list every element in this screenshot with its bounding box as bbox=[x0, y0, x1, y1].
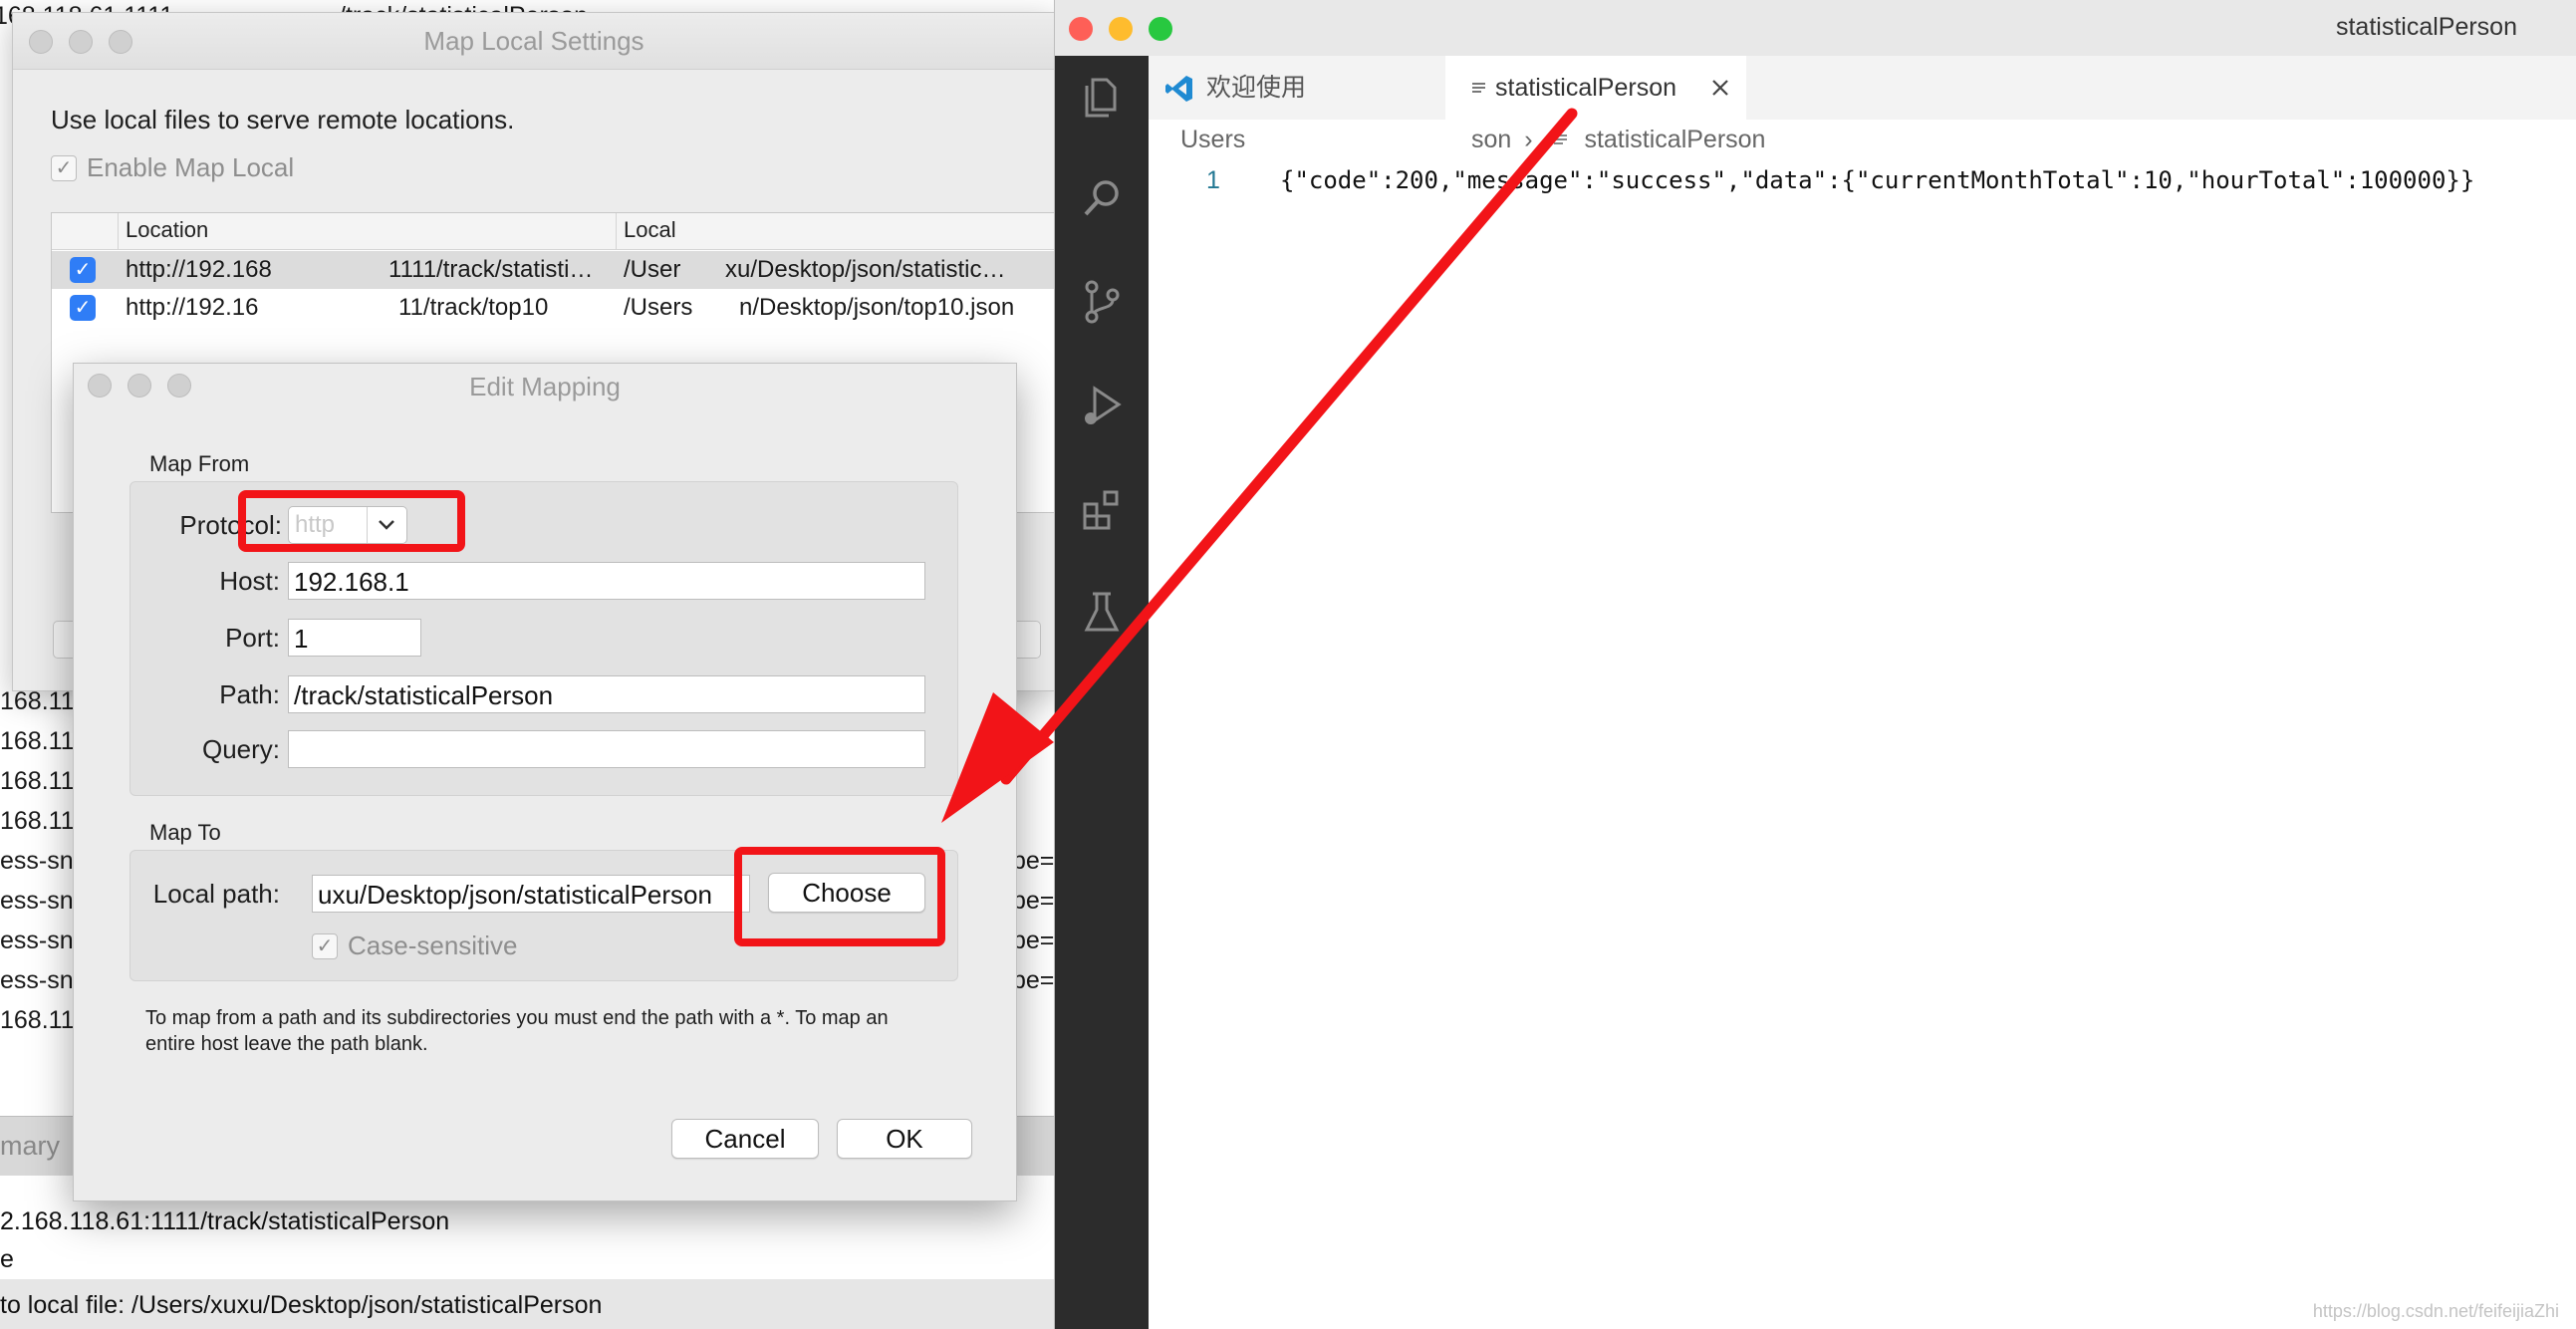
annotation-arrow-icon bbox=[941, 108, 1578, 823]
